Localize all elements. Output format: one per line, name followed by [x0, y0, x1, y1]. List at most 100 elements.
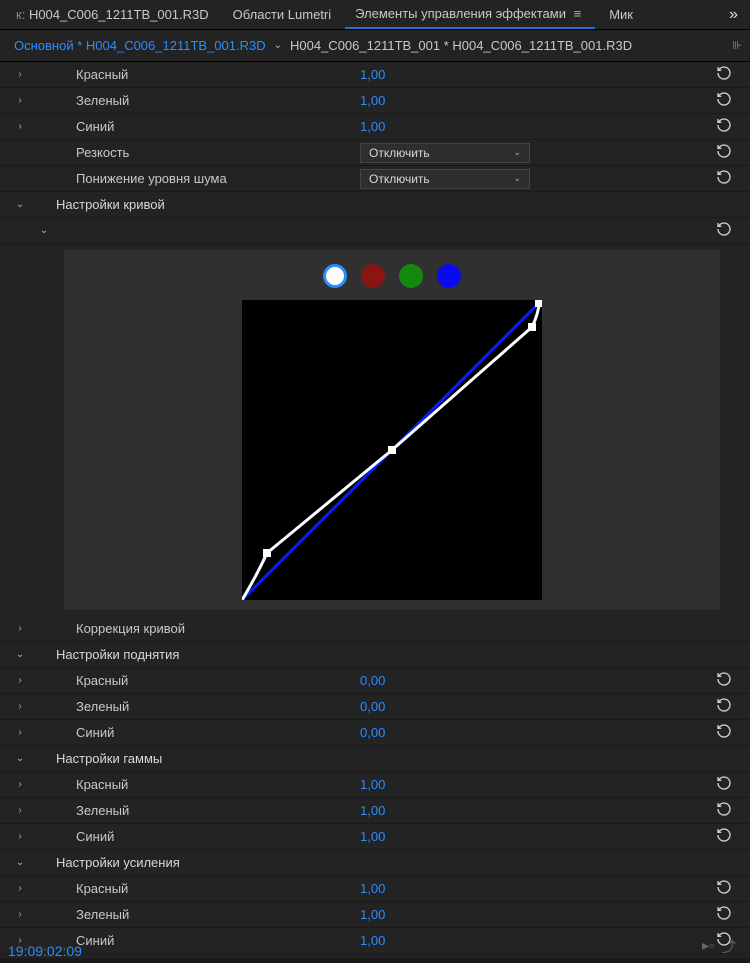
collapse-icon[interactable]: ⌄	[10, 753, 30, 764]
param-label: Зеленый	[74, 93, 129, 108]
param-label: Красный	[74, 881, 128, 896]
reset-button[interactable]	[716, 671, 732, 690]
param-value[interactable]: 1,00	[360, 829, 385, 844]
param-label: Зеленый	[74, 699, 129, 714]
param-row-gain-green: › Зеленый 1,00	[0, 902, 750, 928]
section-gamma[interactable]: ⌄ Настройки гаммы	[0, 746, 750, 772]
param-row-denoise: › Понижение уровня шума Отключить⌄	[0, 166, 750, 192]
timecode-display[interactable]: 19:09:02:09	[8, 943, 82, 959]
param-row-blue: › Синий 1,00	[0, 114, 750, 140]
denoise-dropdown[interactable]: Отключить⌄	[360, 169, 530, 189]
param-label: Синий	[74, 119, 114, 134]
reset-button[interactable]	[716, 117, 732, 136]
export-icon[interactable]: ⤴	[722, 937, 736, 957]
param-row-red: › Красный 1,00	[0, 62, 750, 88]
param-value[interactable]: 1,00	[360, 803, 385, 818]
overflow-chevrons-icon[interactable]: »	[723, 6, 744, 24]
reset-button[interactable]	[716, 143, 732, 162]
expand-icon[interactable]: ›	[10, 909, 30, 920]
footer-icons: ▸▫ ⤴	[702, 937, 736, 957]
reset-button[interactable]	[716, 905, 732, 924]
reset-button[interactable]	[716, 723, 732, 742]
tab-lumetri[interactable]: Области Lumetri	[223, 1, 341, 28]
param-label: Красный	[74, 777, 128, 792]
channel-red[interactable]	[361, 264, 385, 288]
collapse-icon[interactable]: ⌄	[10, 857, 30, 868]
master-clip-link[interactable]: Основной * H004_C006_1211TB_001.R3D	[14, 38, 266, 53]
section-label: Настройки гаммы	[54, 751, 162, 766]
param-label: Красный	[74, 673, 128, 688]
param-row-green: › Зеленый 1,00	[0, 88, 750, 114]
chevron-down-icon[interactable]: ⌄	[266, 40, 290, 51]
tab-mixer[interactable]: Мик	[599, 1, 643, 28]
param-value[interactable]: 1,00	[360, 907, 385, 922]
expand-icon[interactable]: ›	[10, 831, 30, 842]
expand-icon[interactable]: ›	[10, 701, 30, 712]
expand-icon[interactable]: ›	[10, 675, 30, 686]
param-value[interactable]: 1,00	[360, 93, 385, 108]
reset-button[interactable]	[716, 775, 732, 794]
reset-button[interactable]	[716, 91, 732, 110]
reset-button[interactable]	[716, 801, 732, 820]
param-row-gain-red: › Красный 1,00	[0, 876, 750, 902]
reset-button[interactable]	[716, 221, 732, 240]
param-row-lift-blue: › Синий 0,00	[0, 720, 750, 746]
reset-button[interactable]	[716, 65, 732, 84]
param-row-gamma-red: › Красный 1,00	[0, 772, 750, 798]
param-value[interactable]: 0,00	[360, 725, 385, 740]
expand-icon[interactable]: ›	[10, 623, 30, 634]
reset-button[interactable]	[716, 827, 732, 846]
section-lift[interactable]: ⌄ Настройки поднятия	[0, 642, 750, 668]
reset-button[interactable]	[716, 697, 732, 716]
channel-luma[interactable]	[323, 264, 347, 288]
param-label: Красный	[74, 67, 128, 82]
curve-graph[interactable]	[242, 300, 542, 600]
param-value[interactable]: 0,00	[360, 699, 385, 714]
timeline-toggle-icon[interactable]: ⊪	[732, 39, 740, 52]
param-row-lift-green: › Зеленый 0,00	[0, 694, 750, 720]
channel-green[interactable]	[399, 264, 423, 288]
expand-icon[interactable]: ›	[10, 121, 30, 132]
expand-icon[interactable]: ›	[10, 805, 30, 816]
section-label: Настройки поднятия	[54, 647, 179, 662]
param-row-sharpness: › Резкость Отключить⌄	[0, 140, 750, 166]
param-label: Резкость	[74, 145, 129, 160]
param-value[interactable]: 1,00	[360, 67, 385, 82]
clip-path-header: Основной * H004_C006_1211TB_001.R3D ⌄ H0…	[0, 30, 750, 62]
param-label: Коррекция кривой	[74, 621, 185, 636]
expand-icon[interactable]: ›	[10, 95, 30, 106]
param-value[interactable]: 0,00	[360, 673, 385, 688]
play-icon[interactable]: ▸▫	[702, 937, 714, 957]
param-value[interactable]: 1,00	[360, 119, 385, 134]
param-row-lift-red: › Красный 0,00	[0, 668, 750, 694]
effect-controls-panel: › Красный 1,00 › Зеленый 1,00 › Синий 1,…	[0, 62, 750, 958]
expand-icon[interactable]: ›	[10, 69, 30, 80]
param-label: Зеленый	[74, 803, 129, 818]
tab-source[interactable]: к: H004_C006_1211TB_001.R3D	[6, 1, 219, 28]
tab-bar: к: H004_C006_1211TB_001.R3D Области Lume…	[0, 0, 750, 30]
tab-effect-controls[interactable]: Элементы управления эффектами ≡	[345, 0, 595, 29]
curve-subrow: ⌄	[0, 218, 750, 244]
curve-editor	[64, 250, 720, 610]
param-label: Синий	[74, 725, 114, 740]
section-gain[interactable]: ⌄ Настройки усиления	[0, 850, 750, 876]
section-curve[interactable]: ⌄ Настройки кривой	[0, 192, 750, 218]
section-label: Настройки усиления	[54, 855, 180, 870]
collapse-icon[interactable]: ⌄	[34, 225, 54, 236]
panel-menu-icon[interactable]: ≡	[570, 6, 586, 21]
param-value[interactable]: 1,00	[360, 933, 385, 948]
expand-icon[interactable]: ›	[10, 727, 30, 738]
param-label: Синий	[74, 829, 114, 844]
section-label: Настройки кривой	[54, 197, 165, 212]
param-value[interactable]: 1,00	[360, 881, 385, 896]
reset-button[interactable]	[716, 169, 732, 188]
expand-icon[interactable]: ›	[10, 883, 30, 894]
param-row-gain-blue: › Синий 1,00	[0, 928, 750, 954]
param-value[interactable]: 1,00	[360, 777, 385, 792]
expand-icon[interactable]: ›	[10, 779, 30, 790]
collapse-icon[interactable]: ⌄	[10, 649, 30, 660]
reset-button[interactable]	[716, 879, 732, 898]
sharpness-dropdown[interactable]: Отключить⌄	[360, 143, 530, 163]
collapse-icon[interactable]: ⌄	[10, 199, 30, 210]
channel-blue[interactable]	[437, 264, 461, 288]
